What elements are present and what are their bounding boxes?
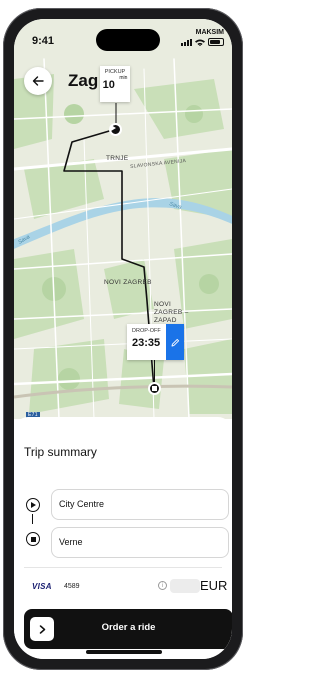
order-ride-button[interactable]: Order a ride — [24, 609, 232, 649]
destination-icon — [26, 532, 40, 546]
price-placeholder — [170, 579, 200, 593]
payment-method-row[interactable]: VISA 4589 i EUR — [24, 577, 228, 597]
map-label-district-2: ZAGREB – — [154, 309, 189, 316]
card-last4: 4589 — [64, 583, 80, 590]
order-ride-label: Order a ride — [101, 622, 156, 633]
origin-icon — [26, 498, 40, 512]
app-screen: 9:41 MAKSIM TRNJE SLAVONSKA AVENIJA Sava… — [14, 19, 232, 659]
currency-label: EUR — [200, 578, 228, 593]
signal-icon — [181, 39, 192, 46]
pencil-icon — [171, 338, 179, 346]
play-icon — [111, 125, 116, 131]
trip-summary-title: Trip summary — [24, 445, 97, 459]
map-label-novi-zagreb: NOVI ZAGREB — [104, 279, 152, 286]
visa-logo: VISA — [32, 582, 52, 591]
dropoff-label: DROP-OFF — [132, 328, 161, 334]
destination-field[interactable]: Verne — [51, 527, 229, 558]
info-icon[interactable]: i — [158, 581, 167, 590]
pickup-eta-unit: min — [119, 75, 128, 81]
phone-frame: 9:41 MAKSIM TRNJE SLAVONSKA AVENIJA Sava… — [3, 8, 243, 670]
status-time: 9:41 — [32, 35, 55, 47]
dropoff-marker[interactable] — [148, 382, 161, 395]
trip-summary-sheet: Trip summary City Centre Verne VISA 4589… — [14, 417, 232, 659]
route-connector — [32, 514, 33, 524]
edit-dropoff-button[interactable] — [166, 324, 184, 360]
dropoff-card[interactable]: DROP-OFF 23:35 — [127, 324, 184, 360]
system-icons — [181, 38, 224, 46]
wifi-icon — [195, 39, 205, 46]
dynamic-island — [96, 29, 160, 51]
back-button[interactable] — [24, 67, 52, 95]
carrier-label: MAKSIM — [195, 29, 224, 36]
pickup-eta-value: 10 — [102, 79, 115, 91]
dropoff-time: 23:35 — [132, 337, 161, 349]
stop-icon — [152, 386, 157, 391]
dropoff-pin-stem — [154, 360, 155, 382]
pickup-marker[interactable] — [109, 123, 122, 136]
dropoff-info: DROP-OFF 23:35 — [127, 324, 166, 360]
arrow-left-icon — [32, 76, 44, 86]
origin-field[interactable]: City Centre — [51, 489, 229, 520]
battery-icon — [208, 38, 224, 46]
map-label-district-1: NOVI — [154, 301, 172, 308]
map-label-trnje: TRNJE — [106, 155, 129, 162]
pickup-eta-card[interactable]: PICKUP 10 min — [100, 66, 130, 102]
home-indicator — [86, 650, 162, 654]
city-title: Zag — [68, 71, 99, 90]
sheet-divider — [24, 567, 222, 568]
map-label-district-3: ZAPAD — [154, 317, 177, 324]
